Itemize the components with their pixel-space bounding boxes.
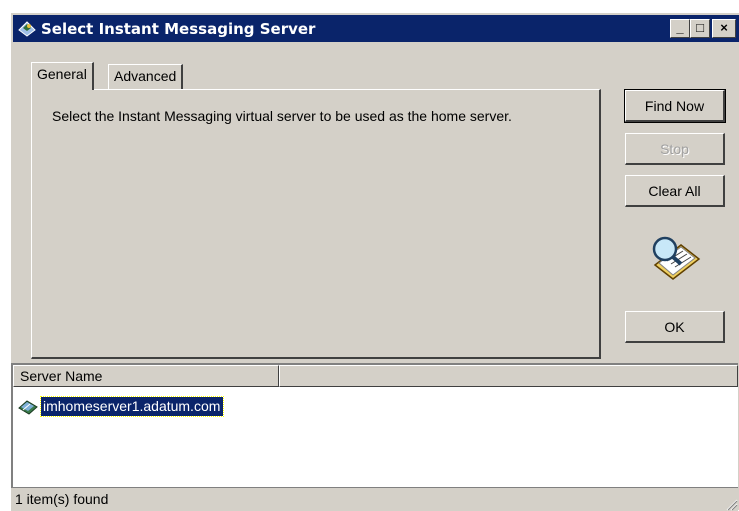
window-title: Select Instant Messaging Server [41,20,316,38]
column-header-server-name[interactable]: Server Name [13,365,279,387]
close-icon: × [720,20,728,35]
stop-button[interactable]: Stop [625,133,725,165]
column-header-label: Server Name [20,368,103,384]
minimize-button[interactable]: _ [670,19,690,38]
minimize-icon: _ [676,20,684,35]
list-item-label: imhomeserver1.adatum.com [39,396,225,417]
general-panel: Select the Instant Messaging virtual ser… [31,89,601,359]
search-magnifier-icon [652,236,701,280]
results-list[interactable]: Server Name imhomeserver1.adatum.com [11,363,738,487]
find-now-button[interactable]: Find Now [624,89,726,123]
maximize-icon: □ [696,20,704,35]
status-text: 1 item(s) found [15,491,109,507]
tab-advanced-label: Advanced [114,68,177,84]
dialog-window: Select Instant Messaging Server _ □ × Ge… [10,12,739,511]
ok-button[interactable]: OK [625,311,725,343]
title-bar[interactable]: Select Instant Messaging Server _ □ × [13,15,739,42]
tab-general[interactable]: General [31,62,94,90]
tab-advanced[interactable]: Advanced [108,64,184,89]
maximize-button[interactable]: □ [690,19,710,38]
im-server-icon [18,21,36,37]
column-header-filler [279,365,738,387]
close-button[interactable]: × [712,19,736,38]
server-icon [18,400,38,415]
resize-grip-icon[interactable] [724,497,738,511]
clear-all-button[interactable]: Clear All [625,175,725,207]
tab-general-label: General [37,66,87,82]
status-bar: 1 item(s) found [11,487,738,511]
panel-description: Select the Instant Messaging virtual ser… [52,108,512,124]
